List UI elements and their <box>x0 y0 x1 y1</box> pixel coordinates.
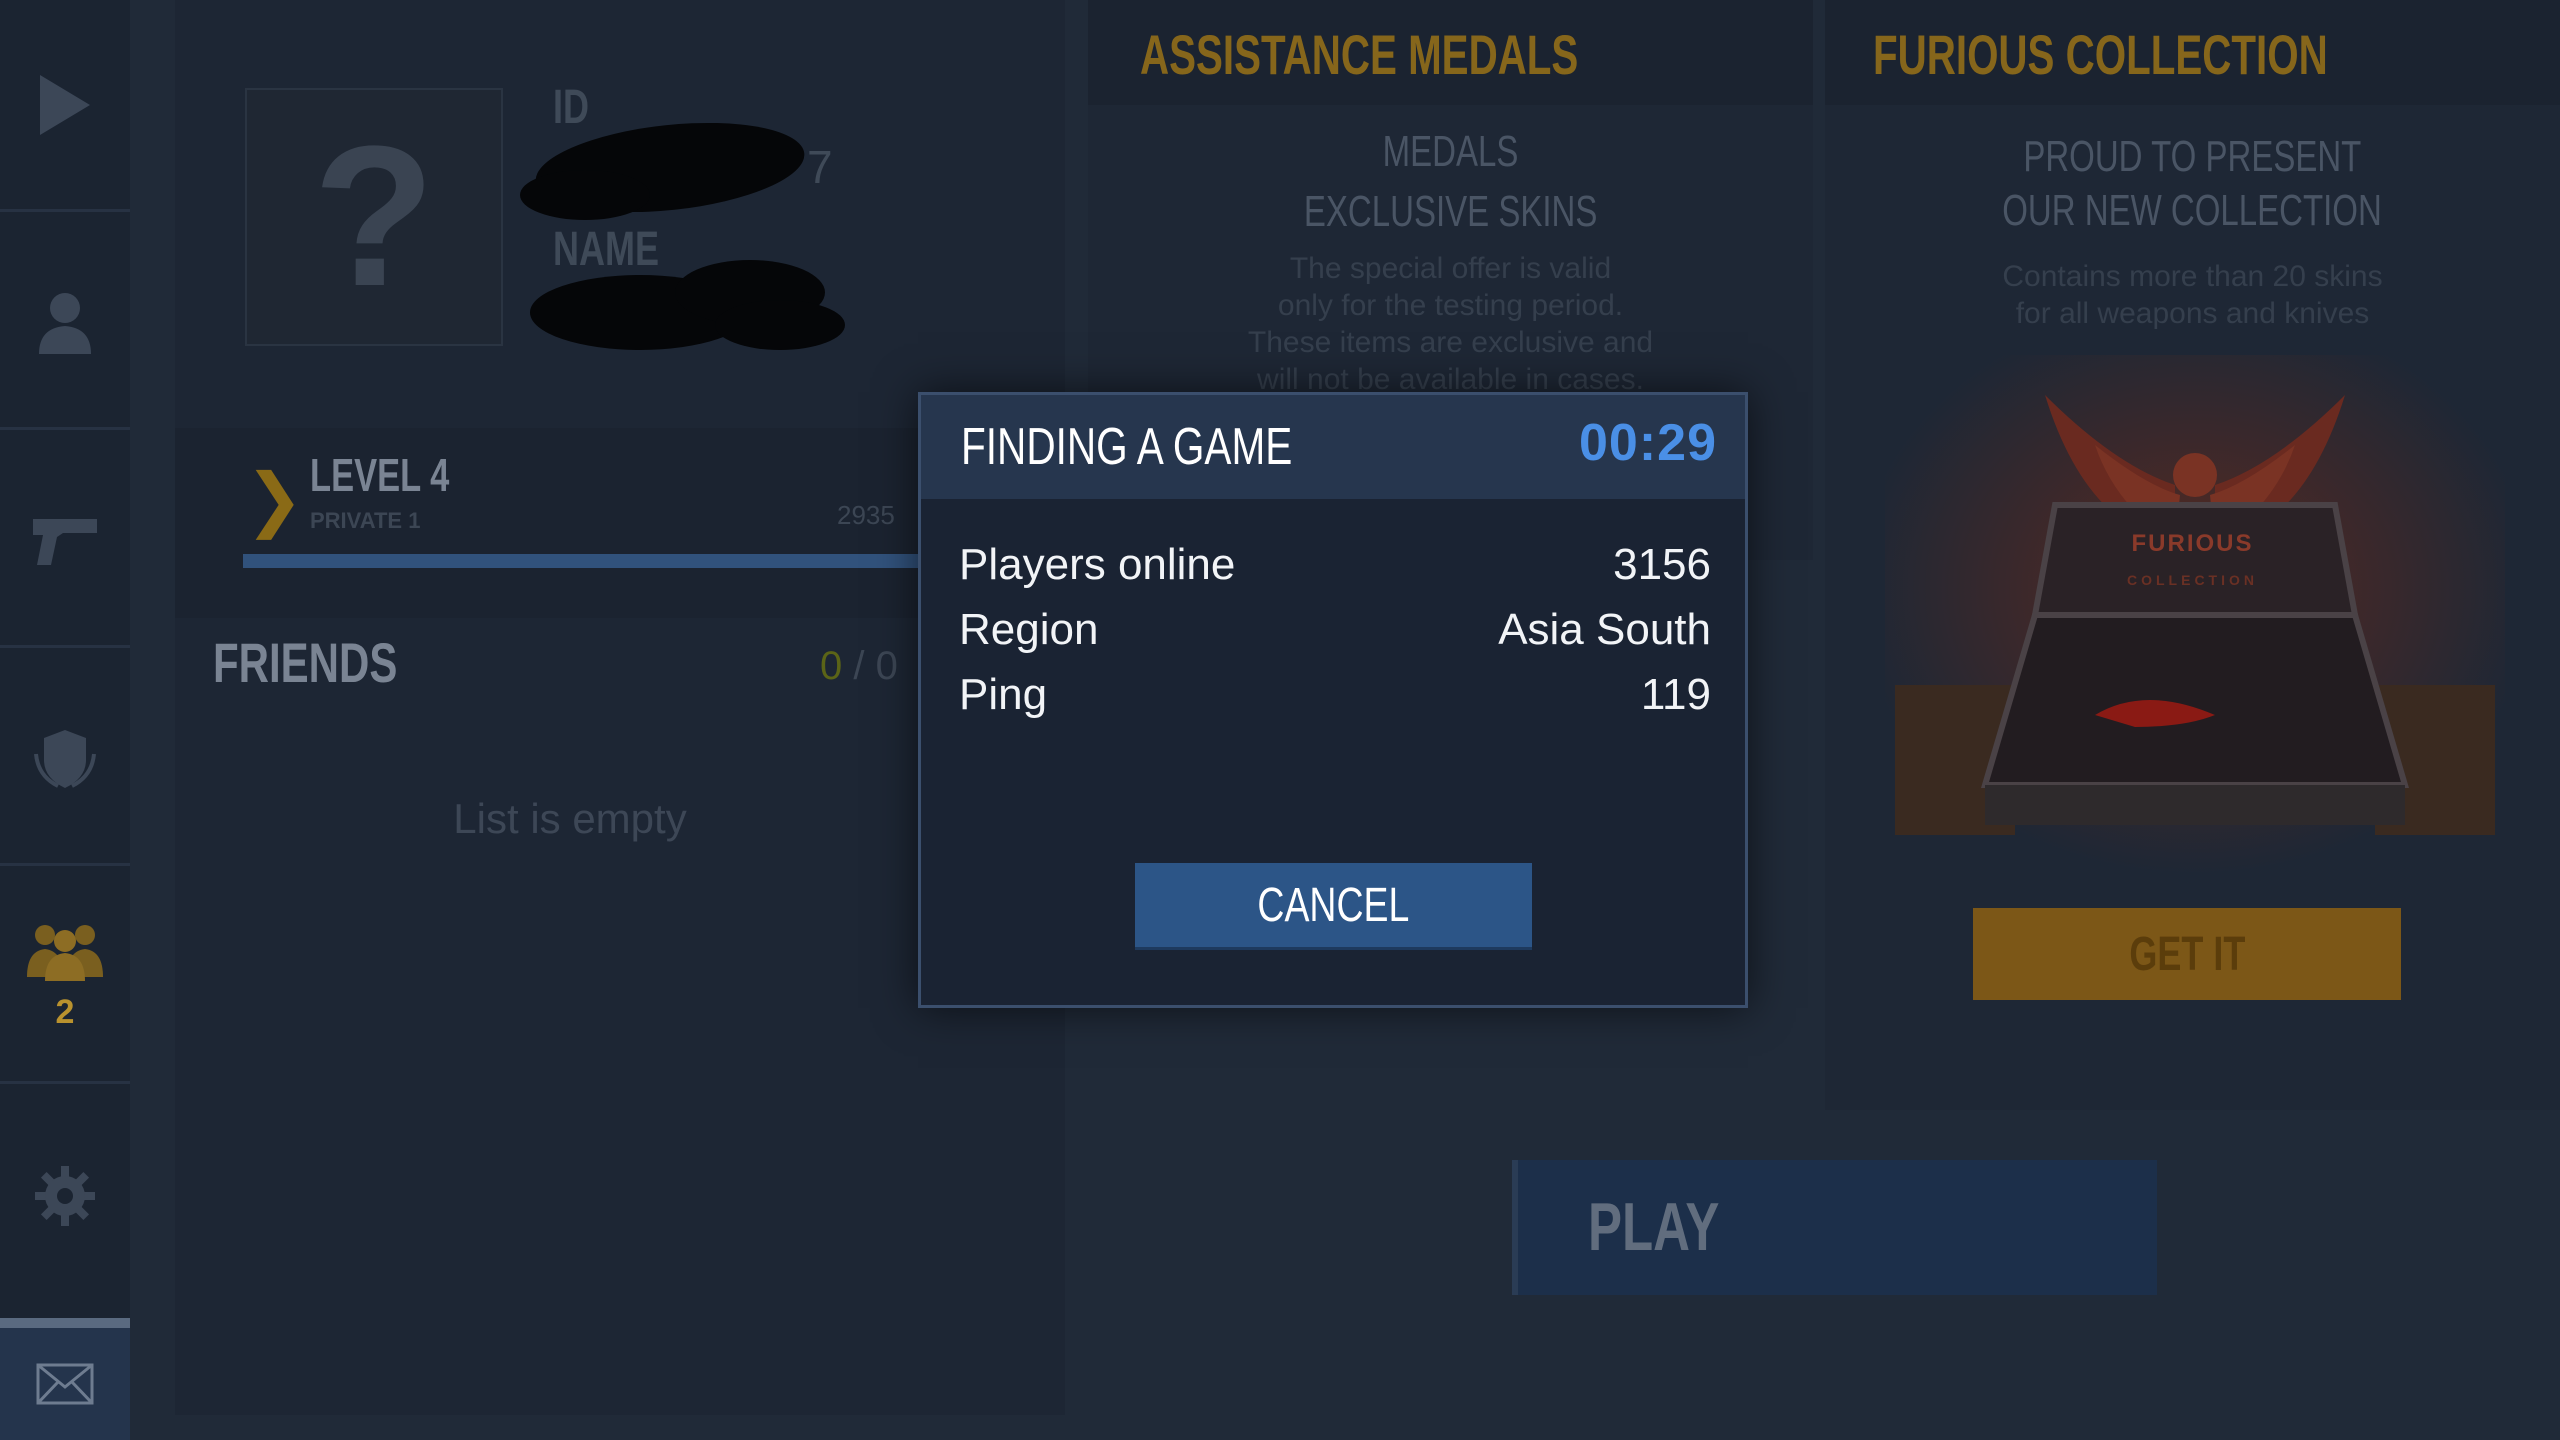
sidebar-item-mail[interactable] <box>0 1318 130 1440</box>
mail-icon <box>36 1363 94 1405</box>
medals-headings: MEDALS EXCLUSIVE SKINS <box>1088 122 1813 242</box>
collection-heading-1: PROUD TO PRESENT <box>1825 130 2560 184</box>
pistol-icon <box>33 518 97 565</box>
collection-panel: FURIOUS COLLECTION PROUD TO PRESENT OUR … <box>1825 0 2560 1110</box>
collection-title: FURIOUS COLLECTION <box>1873 23 2328 86</box>
search-timer: 00:29 <box>1579 414 1717 472</box>
play-icon <box>40 74 90 135</box>
ping-label: Ping <box>959 670 1048 719</box>
gear-icon <box>35 1166 95 1226</box>
medals-heading-2-text: EXCLUSIVE SKINS <box>1303 187 1598 236</box>
medals-heading-1-text: MEDALS <box>1382 127 1519 176</box>
ping-row: Ping 119 <box>959 670 1711 720</box>
region-row: Region Asia South <box>959 605 1711 655</box>
cancel-label: CANCEL <box>1257 878 1410 932</box>
player-id-label: ID <box>553 81 589 134</box>
id-fragment: 7 <box>807 141 833 193</box>
friends-count: 0 / 0 <box>820 644 898 689</box>
players-online-value: 3156 <box>1613 540 1711 589</box>
get-it-button[interactable]: GET IT <box>1973 908 2401 1000</box>
collection-headings: PROUD TO PRESENT OUR NEW COLLECTION <box>1825 130 2560 238</box>
dialog-header: FINDING A GAME 00:29 <box>921 395 1745 499</box>
collection-logo-sub: COLLECTION <box>2127 572 2258 588</box>
redacted-id-tail <box>520 170 650 220</box>
collection-logo-text: FURIOUS <box>2131 530 2254 557</box>
sidebar-item-play[interactable] <box>0 0 130 212</box>
sidebar: 2 <box>0 0 130 1440</box>
region-label: Region <box>959 605 1099 654</box>
xp-value: 2935 <box>837 500 895 530</box>
user-icon <box>39 292 91 354</box>
medals-description: The special offer is valid only for the … <box>1088 250 1813 398</box>
friends-count-separator: / <box>853 644 865 688</box>
friends-online-count: 0 <box>820 644 843 688</box>
medals-text-1: The special offer is valid <box>1289 252 1612 285</box>
players-online-label: Players online <box>959 540 1236 589</box>
avatar-placeholder-symbol: ? <box>312 105 436 328</box>
player-name-label: NAME <box>553 223 659 276</box>
rank-label: PRIVATE 1 <box>310 508 421 533</box>
friends-title: FRIENDS <box>213 631 398 694</box>
get-it-label: GET IT <box>2128 927 2245 981</box>
ping-value: 119 <box>1640 670 1711 719</box>
sidebar-item-settings[interactable] <box>0 1090 130 1302</box>
region-value: Asia South <box>1498 605 1711 654</box>
collection-text-1: Contains more than 20 skins <box>2002 260 2383 293</box>
redacted-name-3 <box>715 300 845 350</box>
clan-badge-count: 2 <box>55 993 75 1031</box>
sidebar-item-clan[interactable]: 2 <box>0 872 130 1084</box>
sidebar-item-weapons[interactable] <box>0 436 130 648</box>
level-chevron-icon: ❯ <box>245 460 304 538</box>
collection-heading-1-text: PROUD TO PRESENT <box>2023 132 2362 181</box>
dialog-title: FINDING A GAME <box>961 418 1293 476</box>
cancel-button[interactable]: CANCEL <box>1135 863 1532 947</box>
shield-icon <box>34 729 96 788</box>
collection-case-image <box>1885 355 2505 875</box>
sidebar-item-profile[interactable] <box>0 218 130 430</box>
players-online-row: Players online 3156 <box>959 540 1711 590</box>
friends-total-count: 0 <box>875 644 898 688</box>
medals-text-2: only for the testing period. <box>1277 289 1624 322</box>
level-title: LEVEL 4 <box>310 449 450 501</box>
sidebar-item-medals[interactable] <box>0 654 130 866</box>
collection-heading-2: OUR NEW COLLECTION <box>1825 184 2560 238</box>
play-label: PLAY <box>1588 1189 1720 1265</box>
play-button[interactable]: PLAY <box>1512 1160 2157 1295</box>
avatar[interactable]: ? <box>245 88 503 346</box>
finding-game-dialog: FINDING A GAME 00:29 Players online 3156… <box>918 392 1748 1008</box>
collection-heading-2-text: OUR NEW COLLECTION <box>2002 186 2383 235</box>
medals-title: ASSISTANCE MEDALS <box>1140 23 1579 86</box>
xp-bar-fill <box>243 554 1000 568</box>
collection-header: FURIOUS COLLECTION <box>1825 0 2560 105</box>
collection-text-2: for all weapons and knives <box>2015 297 2370 330</box>
medals-text-3: These items are exclusive and <box>1247 326 1654 359</box>
clan-icon <box>27 925 103 981</box>
medals-header: ASSISTANCE MEDALS <box>1088 0 1813 105</box>
medals-heading-2: EXCLUSIVE SKINS <box>1088 182 1813 242</box>
collection-description: Contains more than 20 skins for all weap… <box>1825 258 2560 332</box>
medals-heading-1: MEDALS <box>1088 122 1813 182</box>
